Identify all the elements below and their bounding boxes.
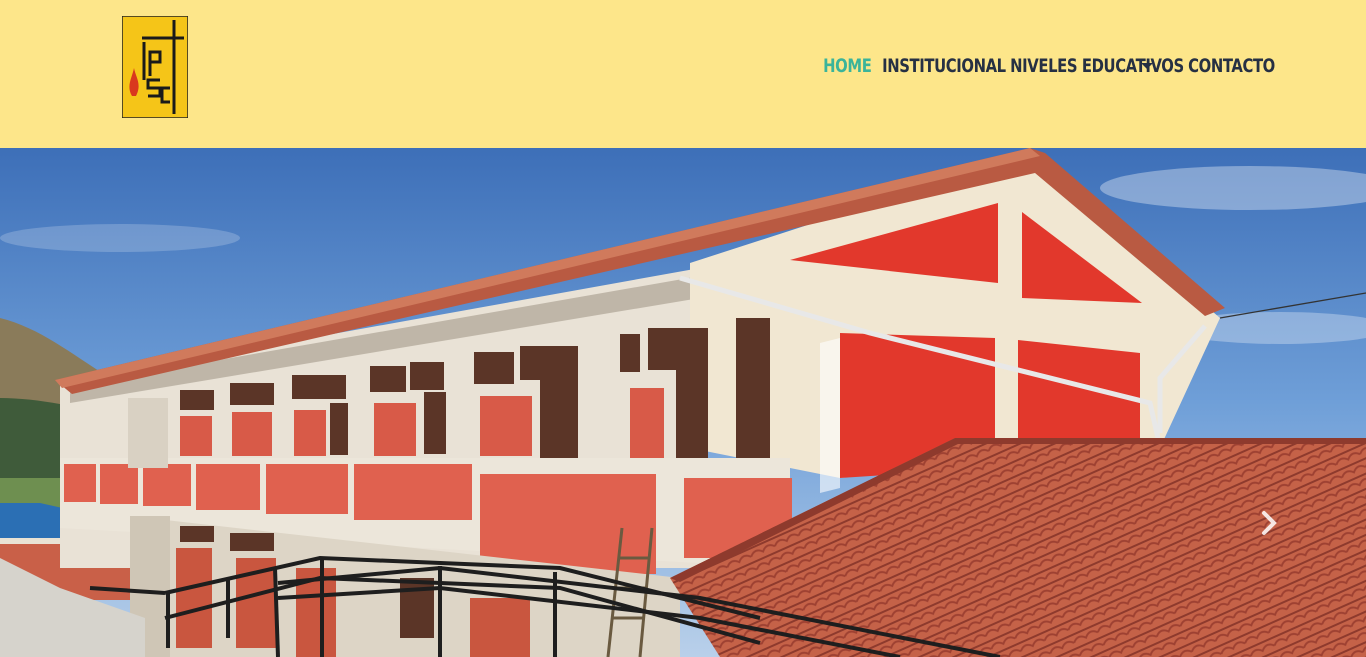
main-nav: HOME INSTITUCIONAL NIVELES EDUCATIVOS CO… xyxy=(820,50,1313,82)
nav-institucional[interactable]: INSTITUCIONAL xyxy=(879,55,1006,77)
hero-image xyxy=(0,148,1366,657)
hero-carousel xyxy=(0,148,1366,657)
carousel-next-button[interactable] xyxy=(1254,508,1284,538)
nav-niveles-educativos[interactable]: NIVELES EDUCATIVOS xyxy=(1007,55,1185,77)
chevron-right-icon xyxy=(1262,511,1277,535)
school-logo[interactable] xyxy=(122,16,188,118)
nav-contacto[interactable]: CONTACTO xyxy=(1185,55,1278,77)
nav-home[interactable]: HOME xyxy=(820,55,872,77)
navbar: HOME INSTITUCIONAL NIVELES EDUCATIVOS CO… xyxy=(0,0,1366,148)
nav-niveles-label[interactable]: NIVELES EDUCATIVOS xyxy=(1007,55,1184,77)
